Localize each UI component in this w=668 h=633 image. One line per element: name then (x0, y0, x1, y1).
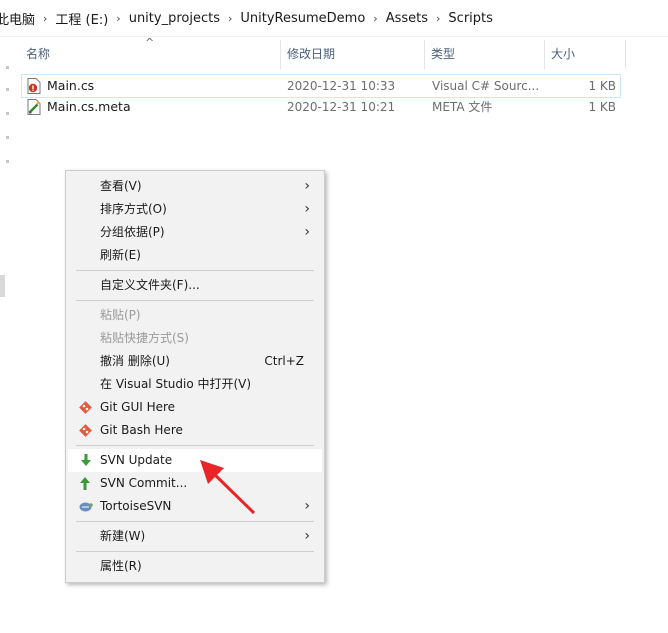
menu-item-undo-delete[interactable]: 撤消 删除(U) Ctrl+Z (68, 350, 322, 373)
submenu-arrow-icon: › (304, 498, 310, 514)
menu-separator (76, 270, 314, 271)
menu-item-label: 分组依据(P) (100, 225, 165, 239)
svn-commit-icon (80, 477, 90, 490)
breadcrumb-assets[interactable]: Assets (380, 11, 434, 26)
breadcrumb-scripts[interactable]: Scripts (442, 11, 498, 26)
file-name[interactable]: Main.cs.meta (47, 96, 277, 118)
column-type[interactable]: 类型 (425, 40, 545, 69)
menu-item-tortoisesvn[interactable]: TortoiseSVN › (68, 495, 322, 518)
breadcrumb-separator-icon[interactable]: › (371, 12, 379, 25)
file-size: 1 KB (588, 79, 616, 93)
breadcrumb-drive-e[interactable]: 工程 (E:) (49, 9, 114, 28)
menu-item-customize-folder[interactable]: 自定义文件夹(F)... (68, 274, 322, 297)
menu-item-label: 排序方式(O) (100, 202, 167, 216)
svn-update-icon (81, 454, 91, 466)
breadcrumb-separator-icon[interactable]: › (226, 12, 234, 25)
menu-item-paste-shortcut[interactable]: 粘贴快捷方式(S) (68, 327, 322, 350)
menu-item-view[interactable]: 查看(V) › (68, 175, 322, 198)
menu-item-svn-commit[interactable]: SVN Commit... (68, 472, 322, 495)
nav-pane-selected-item[interactable] (0, 275, 5, 297)
menu-item-sort-by[interactable]: 排序方式(O) › (68, 198, 322, 221)
menu-item-label: 属性(R) (100, 559, 142, 573)
menu-item-svn-update[interactable]: SVN Update (68, 449, 322, 472)
nav-pane-marker (6, 136, 9, 139)
menu-item-group-by[interactable]: 分组依据(P) › (68, 221, 322, 244)
git-icon (79, 424, 92, 437)
menu-item-label: 在 Visual Studio 中打开(V) (100, 377, 252, 391)
column-name[interactable]: 名称 (20, 40, 281, 69)
context-menu: 查看(V) › 排序方式(O) › 分组依据(P) › 刷新(E) 自定义文件夹… (65, 170, 325, 583)
submenu-arrow-icon: › (304, 201, 310, 217)
menu-item-shortcut: Ctrl+Z (264, 354, 304, 368)
nav-pane-marker (6, 112, 9, 115)
breadcrumb-separator-icon[interactable]: › (41, 12, 49, 25)
menu-item-label: 自定义文件夹(F)... (100, 278, 200, 292)
menu-item-label: 查看(V) (100, 179, 142, 193)
menu-item-label: 刷新(E) (100, 248, 141, 262)
menu-separator (76, 551, 314, 552)
file-type: META 文件 (432, 100, 493, 114)
column-header: ^ 名称 修改日期 类型 大小 (20, 37, 626, 69)
nav-pane-marker (6, 160, 9, 163)
menu-item-label: Git Bash Here (100, 423, 183, 437)
menu-item-label: 粘贴快捷方式(S) (100, 331, 189, 345)
submenu-arrow-icon: › (304, 178, 310, 194)
breadcrumb-unity-projects[interactable]: unity_projects (123, 11, 226, 26)
git-icon (79, 401, 92, 414)
menu-item-open-in-visual-studio[interactable]: 在 Visual Studio 中打开(V) (68, 373, 322, 396)
breadcrumb-this-pc[interactable]: 此电脑 (0, 9, 41, 28)
address-bar[interactable]: 此电脑 › 工程 (E:) › unity_projects › UnityRe… (0, 0, 668, 37)
file-row-main-cs[interactable]: Main.cs 2020-12-31 10:33 Visual C# Sourc… (21, 74, 621, 98)
meta-file-icon (27, 99, 41, 115)
menu-separator (76, 300, 314, 301)
menu-item-label: Git GUI Here (100, 400, 176, 414)
menu-item-label: SVN Commit... (100, 476, 188, 490)
menu-item-label: SVN Update (100, 453, 173, 467)
column-date-modified[interactable]: 修改日期 (281, 40, 425, 69)
submenu-arrow-icon: › (304, 224, 310, 240)
menu-item-label: TortoiseSVN (100, 499, 172, 513)
file-size: 1 KB (588, 100, 616, 114)
menu-separator (76, 445, 314, 446)
file-date: 2020-12-31 10:21 (287, 100, 396, 114)
breadcrumb-separator-icon[interactable]: › (434, 12, 442, 25)
file-date: 2020-12-31 10:33 (287, 79, 396, 93)
file-type: Visual C# Sourc... (432, 79, 540, 93)
tortoisesvn-icon (79, 502, 93, 512)
menu-item-label: 撤消 删除(U) (100, 354, 170, 368)
file-name[interactable]: Main.cs (47, 75, 277, 97)
menu-item-paste[interactable]: 粘贴(P) (68, 304, 322, 327)
breadcrumb-unityresumedemo[interactable]: UnityResumeDemo (234, 11, 371, 26)
menu-item-git-bash[interactable]: Git Bash Here (68, 419, 322, 442)
menu-item-git-gui[interactable]: Git GUI Here (68, 396, 322, 419)
column-size[interactable]: 大小 (545, 40, 626, 69)
menu-item-label: 新建(W) (100, 529, 146, 543)
menu-separator (76, 521, 314, 522)
breadcrumb-separator-icon[interactable]: › (114, 12, 122, 25)
menu-item-properties[interactable]: 属性(R) (68, 555, 322, 578)
file-row-main-cs-meta[interactable]: Main.cs.meta 2020-12-31 10:21 META 文件 1 … (22, 96, 620, 118)
menu-item-new[interactable]: 新建(W) › (68, 525, 322, 548)
submenu-arrow-icon: › (304, 528, 310, 544)
nav-pane-marker (6, 88, 9, 91)
nav-pane-marker (6, 66, 9, 69)
csharp-file-icon (27, 78, 41, 94)
menu-item-label: 粘贴(P) (100, 308, 141, 322)
menu-item-refresh[interactable]: 刷新(E) (68, 244, 322, 267)
